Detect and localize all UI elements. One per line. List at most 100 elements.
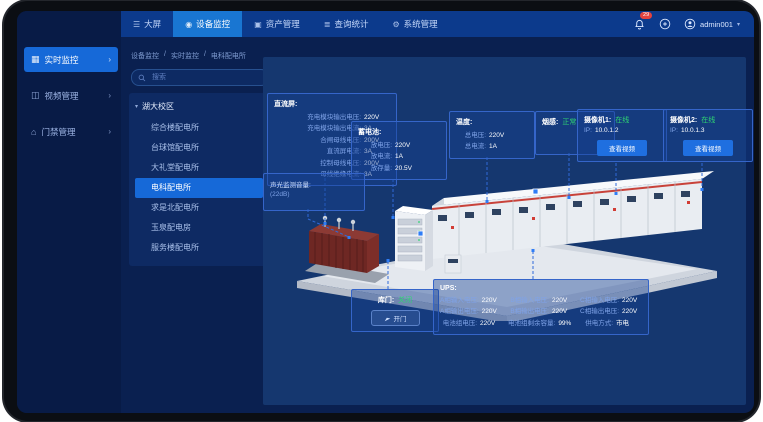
open-door-button[interactable]: 开门 [371,310,420,326]
nav-right-group: 29 admin001 ▾ [632,11,754,37]
view-video-button[interactable]: 查看视频 [597,140,647,156]
panel-title: 摄像机1: [584,115,611,125]
field-label: C相输入电压: [580,295,619,306]
ip-label: IP: [584,125,592,136]
ip-value: 10.0.1.2 [595,125,619,136]
breadcrumb: 设备监控 / 实时监控 / 电科配电所 [131,51,246,61]
panel-title: 摄像机2: [670,115,697,125]
search-input[interactable] [150,73,244,82]
tab-asset-mgmt[interactable]: ▣ 资产管理 [242,11,312,37]
scene-aux-box [445,255,461,273]
station-search [131,69,269,86]
breadcrumb-sep: / [164,51,166,61]
breadcrumb-sep: / [204,51,206,61]
sidebar-item-video-mgmt[interactable]: ◫ 视频管理 › [24,83,118,108]
hotspot-battery[interactable] [418,231,423,236]
search-icon [138,74,146,82]
tab-label: 查询统计 [334,18,368,30]
sidebar-item-label: 门禁管理 [41,126,75,138]
tree-item[interactable]: 台球馆配电所 [135,138,263,158]
asset-icon: ▣ [254,20,262,29]
tree-item[interactable]: 综合楼配电所 [135,118,263,138]
tree-item[interactable]: 求是北配电所 [135,198,263,218]
field-value: 220V [622,306,642,317]
user-menu[interactable]: admin001 ▾ [684,18,740,30]
breadcrumb-item[interactable]: 设备监控 [131,51,159,61]
field-value: 220V [480,318,506,329]
chevron-right-icon: › [108,55,111,64]
notification-badge: 29 [640,12,652,19]
field-value: 1A [489,141,515,152]
tab-device-monitor[interactable]: ◉ 设备监控 [173,11,242,37]
tab-system-mgmt[interactable]: ⚙ 系统管理 [380,11,449,37]
grid-icon: ▦ [31,54,40,65]
panel-title: 温度: [456,117,528,127]
breadcrumb-item[interactable]: 实时监控 [171,51,199,61]
fullscreen-icon[interactable] [658,17,672,31]
door-icon: ⌂ [31,127,36,137]
field-value: 220V [482,306,506,317]
panel-sound-alarm: 声光监测音量: (22dB) [263,173,365,211]
top-nav: ☰ 大屏 ◉ 设备监控 ▣ 资产管理 ≣ 查询统计 ⚙ 系统管理 [121,11,754,37]
panel-title: 烟感: [542,117,558,127]
tree-item[interactable]: 大礼堂配电所 [135,158,263,178]
field-value: 220V [552,306,578,317]
tree-parent-campus[interactable]: ▾ 湖大校区 [135,101,263,112]
unlock-icon [384,315,391,322]
field-label: B相输出电压: [508,306,549,317]
field-label: B相输入电压: [508,295,549,306]
breadcrumb-item: 电科配电所 [211,51,246,61]
field-label: 电池组剩余容量: [508,318,555,329]
tab-label: 大屏 [144,18,161,30]
panel-battery: 蓄电池: 放电压:220V 放电流:1A 放存量:20.5V [351,121,447,180]
sidebar-item-access-control[interactable]: ⌂ 门禁管理 › [24,119,118,144]
door-status: 关闭 [398,295,412,305]
tab-dashboard[interactable]: ☰ 大屏 [121,11,173,37]
panel-title: UPS: [440,285,642,292]
field-value: 220V [395,140,421,151]
scene-battery-cabinet [395,206,433,271]
station-tree: ▾ 湖大校区 综合楼配电所 台球馆配电所 大礼堂配电所 电科配电所 求是北配电所… [129,93,269,266]
tab-query-stats[interactable]: ≣ 查询统计 [312,11,381,37]
tab-label: 设备监控 [196,18,230,30]
tab-label: 系统管理 [404,18,438,30]
sidebar-item-label: 视频管理 [45,90,79,102]
field-label: A相输入电压: [440,295,479,306]
video-icon: ◫ [31,90,40,101]
ip-label: IP: [670,125,678,136]
tree-item[interactable]: 服务楼配电所 [135,238,263,258]
field-label: C相输出电压: [580,306,619,317]
sidebar: ▦ 实时监控 › ◫ 视频管理 › ⌂ 门禁管理 › [24,47,118,155]
chevron-right-icon: › [108,127,111,136]
camera-status: 在线 [615,115,629,125]
camera-status: 在线 [701,115,715,125]
scene-transformer [305,216,389,283]
field-value: 20.5V [395,163,421,174]
panel-camera-1: 摄像机1: 在线 IP:10.0.1.2 查看视频 [577,109,667,162]
sound-alarm-value: (22dB) [270,191,358,198]
field-label: A相输出电压: [440,306,479,317]
field-label: 放电流: [358,151,392,162]
username: admin001 [700,20,733,29]
chevron-down-icon: ▾ [737,21,740,28]
sidebar-item-realtime-monitor[interactable]: ▦ 实时监控 › [24,47,118,72]
field-label: 充电模块输出电压: [274,112,361,123]
sidebar-item-label: 实时监控 [45,54,79,66]
notification-bell-icon[interactable]: 29 [632,17,646,31]
panel-title: 库门: [378,295,394,305]
tree-item[interactable]: 玉泉配电房 [135,218,263,238]
field-label: 供电方式: [580,318,613,329]
app-root: ☰ 大屏 ◉ 设备监控 ▣ 资产管理 ≣ 查询统计 ⚙ 系统管理 [17,11,754,413]
tab-label: 资产管理 [266,18,300,30]
sound-alarm-label: 声光监测音量: [270,179,358,189]
tree-item-selected[interactable]: 电科配电所 [135,178,263,198]
hotspot-cabinet[interactable] [533,189,538,194]
panel-door: 库门: 关闭 开门 [351,289,439,332]
smoke-status: 正常 [562,117,576,127]
field-label: 合闸母线电压: [274,135,361,146]
field-label: 放电压: [358,140,392,151]
field-value: 220V [482,295,506,306]
field-label: 直流屏电流: [274,146,361,157]
monitor-icon: ◉ [185,20,192,29]
view-video-button[interactable]: 查看视频 [683,140,733,156]
